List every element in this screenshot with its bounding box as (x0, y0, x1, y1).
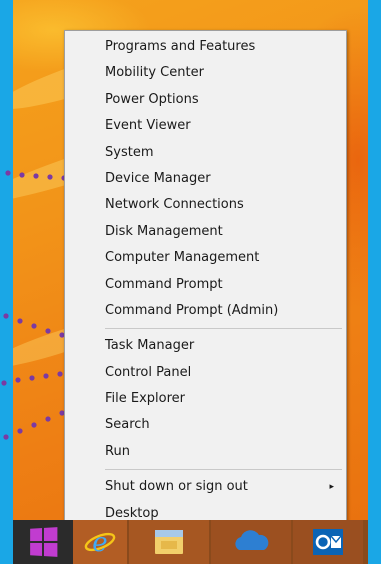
menu-item-control-panel[interactable]: Control Panel (65, 360, 346, 386)
menu-item-network-connections[interactable]: Network Connections (65, 192, 346, 218)
menu-item-run[interactable]: Run (65, 439, 346, 465)
power-user-menu: Programs and Features Mobility Center Po… (64, 30, 347, 528)
menu-item-command-prompt[interactable]: Command Prompt (65, 272, 346, 298)
start-button[interactable] (13, 520, 73, 564)
menu-item-mobility-center[interactable]: Mobility Center (65, 60, 346, 86)
menu-item-file-explorer[interactable]: File Explorer (65, 386, 346, 412)
menu-item-computer-management[interactable]: Computer Management (65, 245, 346, 271)
submenu-arrow-icon: ▸ (329, 482, 334, 493)
menu-item-disk-management[interactable]: Disk Management (65, 219, 346, 245)
taskbar-file-explorer[interactable] (129, 520, 209, 564)
onedrive-icon (235, 530, 269, 550)
menu-item-event-viewer[interactable]: Event Viewer (65, 113, 346, 139)
taskbar-internet-explorer[interactable]: e (73, 520, 127, 564)
menu-item-device-manager[interactable]: Device Manager (65, 166, 346, 192)
svg-text:e: e (92, 528, 107, 558)
file-explorer-icon (155, 530, 183, 554)
menu-separator (105, 469, 342, 471)
taskbar-onedrive[interactable] (211, 520, 291, 564)
menu-item-command-prompt-admin[interactable]: Command Prompt (Admin) (65, 298, 346, 324)
outlook-icon (313, 529, 343, 555)
menu-item-search[interactable]: Search (65, 412, 346, 438)
menu-item-label: Shut down or sign out (105, 479, 248, 495)
taskbar: e (13, 520, 368, 564)
menu-separator (105, 328, 342, 330)
menu-item-programs-and-features[interactable]: Programs and Features (65, 34, 346, 60)
menu-item-system[interactable]: System (65, 140, 346, 166)
menu-item-shut-down-or-sign-out[interactable]: Shut down or sign out ▸ (65, 474, 346, 500)
menu-item-task-manager[interactable]: Task Manager (65, 333, 346, 359)
internet-explorer-icon: e (84, 528, 116, 558)
taskbar-outlook[interactable] (293, 520, 363, 564)
menu-item-power-options[interactable]: Power Options (65, 87, 346, 113)
windows-logo-icon (30, 527, 58, 557)
